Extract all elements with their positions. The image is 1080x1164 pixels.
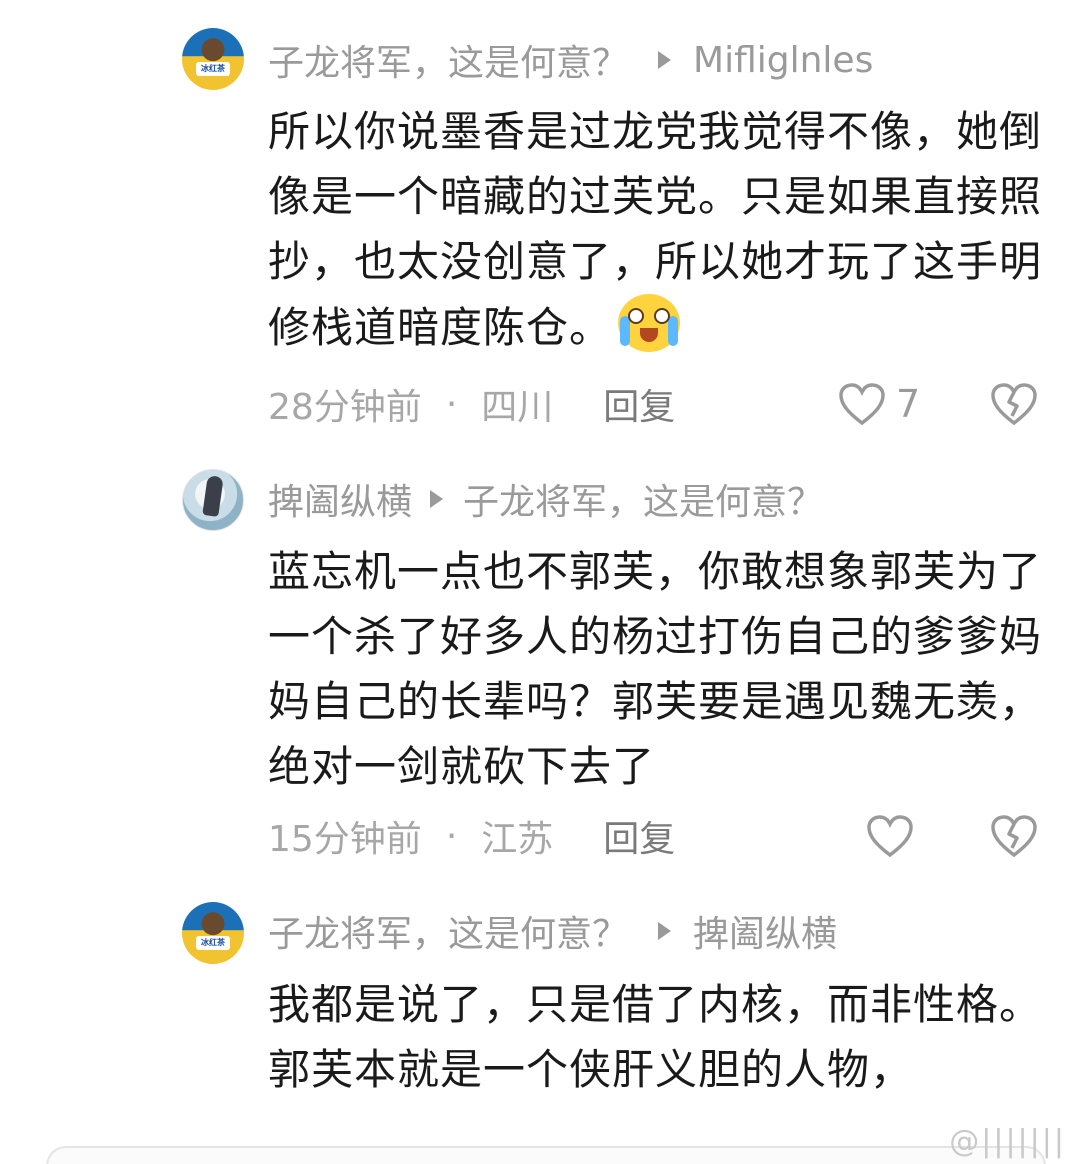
avatar[interactable]: 冰红茶 [182,28,244,90]
comment-body[interactable]: 蓝忘机一点也不郭芙，你敢想象郭芙为了一个杀了好多人的杨过打伤自己的爹爹妈妈自己的… [268,539,1048,799]
separator-dot: · [445,815,458,857]
avatar[interactable]: 冰红茶 [182,902,244,964]
separator-dot: · [445,383,458,425]
comment-header: 捭阖纵横 子龙将军，这是何意？ [268,474,823,524]
reply-button[interactable]: 回复 [603,378,675,430]
reply-target[interactable]: Mifliglnles [693,40,873,81]
comment-input-bar[interactable] [46,1146,1046,1164]
comment-actions: 15分钟前 · 江苏 回复 [268,806,1048,866]
reply-arrow-icon [430,490,444,508]
avatar-figure [202,475,224,517]
comment-author[interactable]: 子龙将军，这是何意？ [268,34,628,86]
broken-heart-icon[interactable] [990,814,1038,858]
heart-icon [867,815,913,858]
comment-location: 四川 [481,387,554,428]
like-button[interactable]: 7 [838,382,920,426]
watermark: @||||||| [949,1124,1066,1159]
avatar-badge: 冰红茶 [196,936,230,950]
reply-target[interactable]: 捭阖纵横 [693,905,837,957]
comment-location: 江苏 [481,819,554,860]
like-count: 7 [896,382,921,426]
comment-actions: 28分钟前 · 四川 回复 [268,374,1048,434]
comment-time: 28分钟前 [268,387,422,428]
reply-button[interactable]: 回复 [603,810,675,862]
avatar-badge: 冰红茶 [196,62,230,76]
broken-heart-icon[interactable] [990,382,1038,426]
comment-author[interactable]: 子龙将军，这是何意？ [268,905,628,957]
crying-laughing-emoji-icon [618,294,681,352]
reply-target[interactable]: 子龙将军，这是何意？ [463,473,823,525]
reply-arrow-icon [658,922,672,940]
comment-time: 15分钟前 [268,819,422,860]
comment-body[interactable]: 所以你说墨香是过龙党我觉得不像，她倒像是一个暗藏的过芙党。只是如果直接照抄，也太… [268,99,1048,360]
heart-icon [839,383,885,426]
like-button[interactable] [866,814,914,858]
comment-header: 子龙将军，这是何意？ Mifliglnles [268,35,873,85]
comment-body[interactable]: 我都是说了，只是借了内核，而非性格。郭芙本就是一个侠肝义胆的人物， [268,972,1048,1102]
reply-arrow-icon [658,51,672,69]
avatar[interactable] [182,469,244,531]
comment-header: 子龙将军，这是何意？ 捭阖纵横 [268,906,837,956]
comment-author[interactable]: 捭阖纵横 [268,473,412,525]
